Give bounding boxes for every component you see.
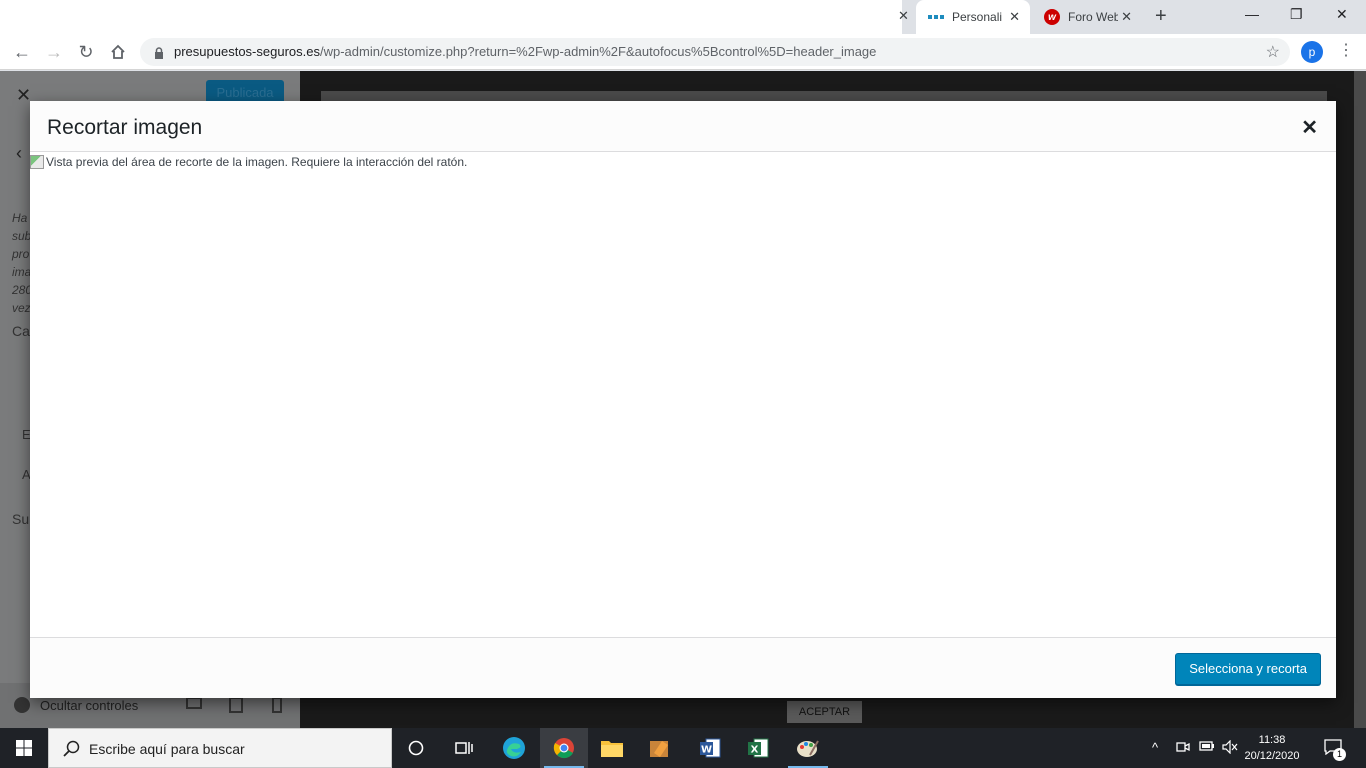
wordpress-dots-icon — [928, 15, 944, 19]
cortana-icon[interactable] — [392, 728, 440, 768]
new-tab-icon[interactable]: + — [1155, 5, 1167, 28]
restore-icon[interactable]: ❐ — [1290, 6, 1303, 23]
paint-icon[interactable] — [784, 728, 832, 768]
crop-image-modal: Recortar imagen ✕ Vista previa del área … — [30, 101, 1336, 698]
url-domain: presupuestos-seguros.es — [174, 44, 320, 59]
meet-now-icon[interactable] — [1176, 740, 1190, 757]
tab-title: Foro Web — [1068, 10, 1118, 24]
broken-image-icon — [30, 155, 44, 169]
url-path: /wp-admin/customize.php?return=%2Fwp-adm… — [319, 44, 877, 59]
notification-badge: 1 — [1333, 748, 1346, 761]
url-text: presupuestos-seguros.es/wp-admin/customi… — [174, 44, 876, 59]
close-icon[interactable]: ✕ — [898, 8, 909, 24]
window-close-icon[interactable]: ✕ — [1336, 6, 1348, 23]
start-button[interactable] — [0, 728, 48, 768]
task-view-icon[interactable] — [440, 728, 488, 768]
windows-taskbar: Escribe aquí para buscar W X ^ 11:38 20/… — [0, 728, 1366, 768]
taskbar-search-box[interactable]: Escribe aquí para buscar — [48, 728, 392, 768]
home-icon[interactable] — [107, 41, 129, 63]
scrollbar[interactable] — [1354, 71, 1366, 728]
image-alt-text: Vista previa del área de recorte de la i… — [46, 155, 468, 169]
section-heading: Ca — [12, 323, 30, 339]
chrome-icon[interactable] — [540, 728, 588, 768]
hide-controls-button[interactable]: Ocultar controles — [40, 698, 138, 713]
volume-muted-icon[interactable] — [1222, 739, 1238, 757]
close-icon[interactable]: ✕ — [1301, 115, 1318, 140]
modal-footer: Selecciona y recorta — [30, 637, 1336, 698]
excel-icon[interactable]: X — [734, 728, 782, 768]
back-chevron-icon[interactable]: ‹ — [16, 143, 22, 164]
windows-logo-icon — [16, 740, 32, 756]
mobile-preview-icon[interactable] — [272, 697, 282, 713]
w-logo-icon: w — [1044, 9, 1060, 25]
close-tab-icon[interactable]: ✕ — [1009, 9, 1020, 25]
reload-icon[interactable]: ↻ — [75, 41, 97, 63]
tablet-preview-icon[interactable] — [229, 697, 243, 713]
word-icon[interactable]: W — [686, 728, 734, 768]
search-placeholder: Escribe aquí para buscar — [89, 741, 245, 757]
tab-personalizar[interactable]: Personali ✕ — [916, 0, 1030, 34]
edge-icon[interactable] — [490, 728, 538, 768]
browser-toolbar: ← → ↻ presupuestos-seguros.es/wp-admin/c… — [0, 34, 1366, 70]
forward-arrow-icon[interactable]: → — [43, 41, 65, 63]
clock-date: 20/12/2020 — [1244, 750, 1300, 762]
address-bar[interactable]: presupuestos-seguros.es/wp-admin/customi… — [140, 38, 1290, 66]
hide-controls-icon[interactable] — [14, 697, 30, 713]
desktop-preview-icon[interactable] — [186, 697, 202, 709]
profile-avatar[interactable]: p — [1301, 41, 1323, 63]
tab-title: Personali — [952, 10, 1002, 24]
battery-icon[interactable] — [1199, 740, 1215, 755]
select-and-crop-button[interactable]: Selecciona y recorta — [1175, 653, 1321, 685]
svg-text:W: W — [701, 745, 712, 756]
modal-header: Recortar imagen ✕ — [30, 101, 1336, 152]
close-tab-icon[interactable]: ✕ — [1121, 9, 1132, 25]
app-icon[interactable] — [636, 728, 684, 768]
file-explorer-icon[interactable] — [588, 728, 636, 768]
tab-foro-web[interactable]: w Foro Web ✕ — [1032, 0, 1142, 34]
aceptar-button[interactable]: ACEPTAR — [787, 701, 862, 723]
kebab-menu-icon[interactable]: ⋮ — [1338, 40, 1354, 60]
close-customizer-icon[interactable]: ✕ — [16, 85, 31, 106]
tab-strip-blank-area — [0, 0, 902, 34]
lock-icon[interactable] — [154, 46, 164, 64]
minimize-icon[interactable]: — — [1245, 6, 1259, 22]
crop-preview-area[interactable]: Vista previa del área de recorte de la i… — [30, 153, 1336, 637]
modal-title: Recortar imagen — [47, 116, 203, 139]
svg-text:X: X — [751, 745, 759, 756]
back-arrow-icon[interactable]: ← — [11, 41, 33, 63]
browser-tab-strip: ✕ Personali ✕ w Foro Web ✕ + — ❐ ✕ — [0, 0, 1366, 34]
search-icon — [63, 740, 81, 763]
chevron-up-icon[interactable]: ^ — [1152, 740, 1158, 755]
clock-time: 11:38 — [1258, 734, 1286, 746]
bookmark-star-icon[interactable]: ☆ — [1266, 42, 1280, 62]
crop-image-placeholder[interactable]: Vista previa del área de recorte de la i… — [30, 155, 467, 169]
system-clock[interactable]: 11:38 20/12/2020 — [1240, 732, 1304, 764]
